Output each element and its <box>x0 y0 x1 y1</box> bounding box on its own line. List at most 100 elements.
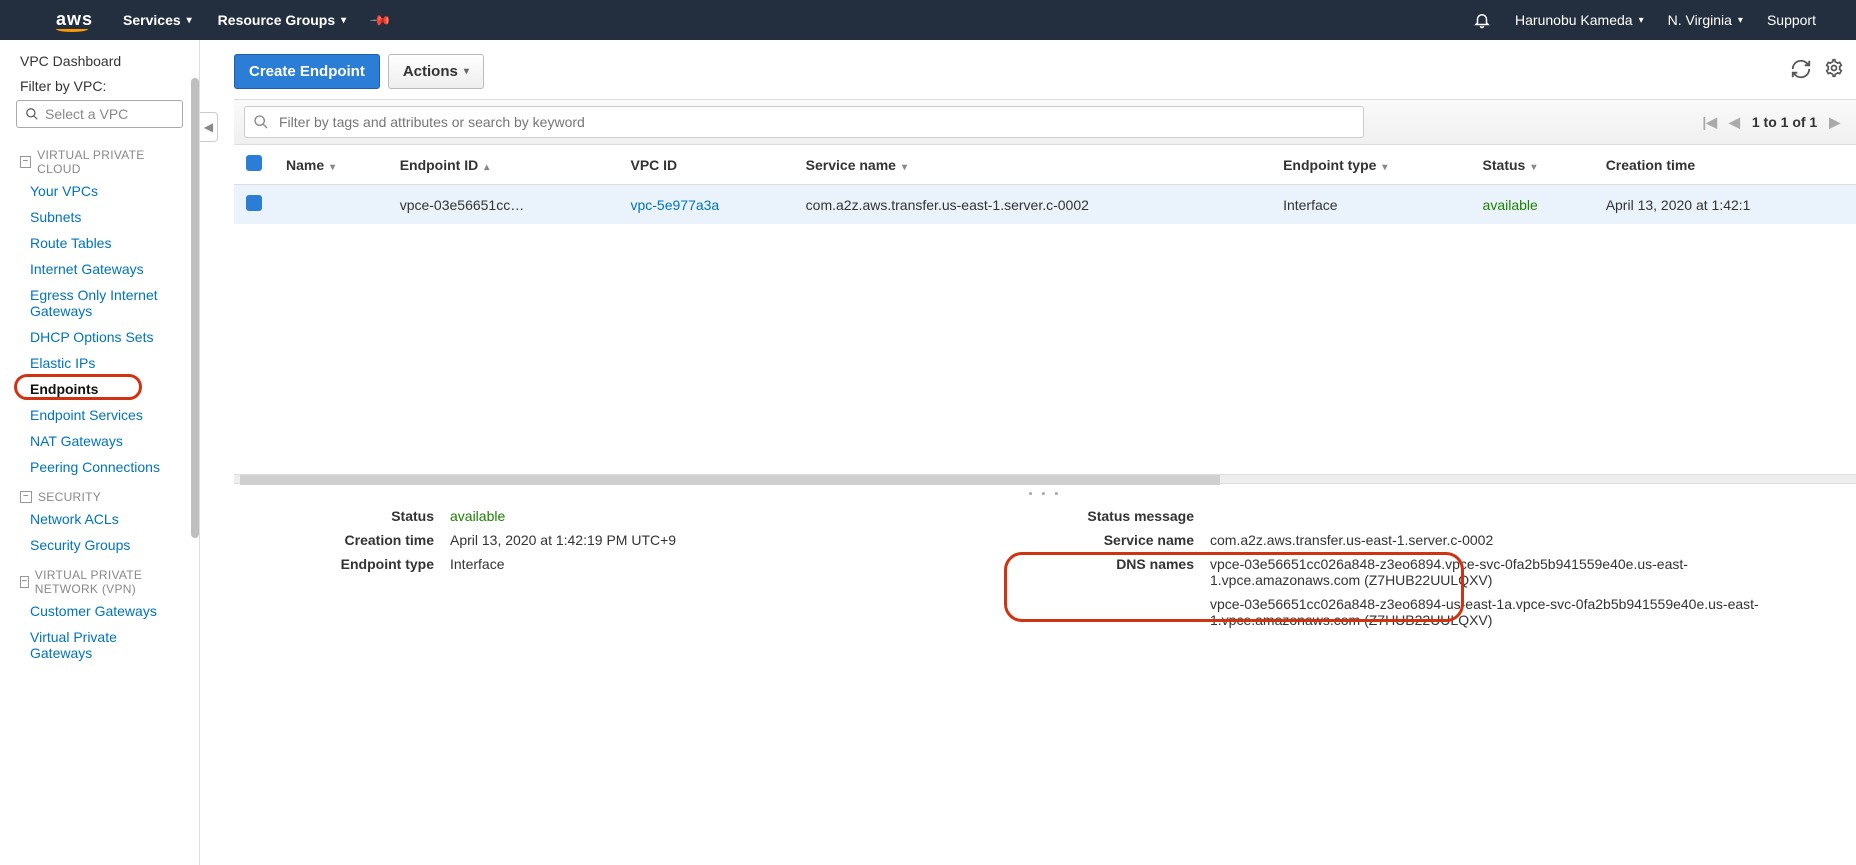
pager-next[interactable]: ▶ <box>1823 114 1846 131</box>
detail-type-value: Interface <box>450 556 874 572</box>
sidebar-item-security-groups[interactable]: Security Groups <box>0 532 199 558</box>
col-status-label: Status <box>1483 157 1526 173</box>
sidebar-item-endpoint-services[interactable]: Endpoint Services <box>0 402 199 428</box>
nav-support[interactable]: Support <box>1767 12 1816 28</box>
sidebar-vpc-placeholder: Select a VPC <box>45 106 128 122</box>
cell-name <box>274 185 388 225</box>
col-endpoint-id-label: Endpoint ID <box>400 157 479 173</box>
caret-down-icon: ▾ <box>464 66 469 77</box>
sidebar-item-internet-gateways[interactable]: Internet Gateways <box>0 256 199 282</box>
sidebar-collapse-handle[interactable]: ◀ <box>200 112 218 142</box>
collapse-icon: − <box>20 156 31 168</box>
sidebar-dashboard[interactable]: VPC Dashboard <box>0 48 199 74</box>
sort-icon: ▾ <box>1531 162 1536 173</box>
sidebar-item-route-tables[interactable]: Route Tables <box>0 230 199 256</box>
collapse-icon: − <box>20 491 32 503</box>
sidebar-item-nat-gateways[interactable]: NAT Gateways <box>0 428 199 454</box>
settings-button[interactable] <box>1824 58 1844 78</box>
nav-user-label: Harunobu Kameda <box>1515 12 1633 28</box>
toolbar: Create Endpoint Actions ▾ <box>234 54 1856 89</box>
cell-endpoint-type: Interface <box>1271 185 1470 225</box>
sidebar-item-your-vpcs[interactable]: Your VPCs <box>0 178 199 204</box>
row-checkbox[interactable] <box>246 195 262 211</box>
sidebar-item-peering[interactable]: Peering Connections <box>0 454 199 480</box>
refresh-icon <box>1790 58 1812 80</box>
sidebar-section-security[interactable]: −SECURITY <box>0 480 199 506</box>
sidebar-section-vpc[interactable]: −VIRTUAL PRIVATE CLOUD <box>0 138 199 178</box>
detail-status-msg-label: Status message <box>1014 508 1194 524</box>
filter-bar: |◀ ◀ 1 to 1 of 1 ▶ <box>234 99 1856 145</box>
col-endpoint-type-label: Endpoint type <box>1283 157 1376 173</box>
gear-icon <box>1824 58 1844 78</box>
detail-type-label: Endpoint type <box>254 556 434 572</box>
search-box[interactable] <box>244 106 1364 138</box>
col-name-label: Name <box>286 157 324 173</box>
caret-down-icon: ▾ <box>341 15 346 26</box>
sidebar-item-dhcp[interactable]: DHCP Options Sets <box>0 324 199 350</box>
col-creation-time-label: Creation time <box>1606 157 1695 173</box>
table-row[interactable]: vpce-03e56651cc… vpc-5e977a3a com.a2z.aw… <box>234 185 1856 225</box>
sidebar-section-vpn[interactable]: −VIRTUAL PRIVATE NETWORK (VPN) <box>0 558 199 598</box>
detail-status-msg-value <box>1210 508 1836 524</box>
details-panel: Status available Creation time April 13,… <box>234 504 1856 648</box>
scrollbar-thumb[interactable] <box>240 475 1220 485</box>
sidebar-item-virtual-private-gateways[interactable]: Virtual Private Gateways <box>0 624 199 666</box>
col-vpc-id[interactable]: VPC ID <box>618 145 793 185</box>
top-nav: aws Services▾ Resource Groups▾ 📌 Harunob… <box>0 0 1856 40</box>
pager-first[interactable]: |◀ <box>1696 114 1723 131</box>
cell-endpoint-id: vpce-03e56651cc… <box>388 185 619 225</box>
detail-dns-value-1: vpce-03e56651cc026a848-z3eo6894.vpce-svc… <box>1210 556 1836 588</box>
actions-button-label: Actions <box>403 63 458 80</box>
aws-logo-text: aws <box>56 9 93 29</box>
sidebar-section-security-label: SECURITY <box>38 490 101 504</box>
nav-region[interactable]: N. Virginia ▾ <box>1668 12 1743 28</box>
nav-user[interactable]: Harunobu Kameda ▾ <box>1515 12 1644 28</box>
nav-region-label: N. Virginia <box>1668 12 1732 28</box>
detail-dns-value-2: vpce-03e56651cc026a848-z3eo6894-us-east-… <box>1210 596 1836 628</box>
cell-vpc-id-link[interactable]: vpc-5e977a3a <box>630 197 719 213</box>
pager-prev[interactable]: ◀ <box>1723 114 1746 131</box>
select-all-checkbox[interactable] <box>246 155 262 171</box>
nav-services[interactable]: Services▾ <box>123 12 192 28</box>
caret-down-icon: ▾ <box>1738 15 1743 26</box>
sidebar-item-network-acls[interactable]: Network ACLs <box>0 506 199 532</box>
detail-creation-value: April 13, 2020 at 1:42:19 PM UTC+9 <box>450 532 874 548</box>
nav-resource-groups[interactable]: Resource Groups▾ <box>218 12 347 28</box>
sidebar-item-customer-gateways[interactable]: Customer Gateways <box>0 598 199 624</box>
sort-icon: ▾ <box>902 162 907 173</box>
sidebar-item-subnets[interactable]: Subnets <box>0 204 199 230</box>
col-service-name[interactable]: Service name ▾ <box>794 145 1271 185</box>
sidebar-item-endpoints[interactable]: Endpoints <box>0 376 199 402</box>
aws-logo[interactable]: aws <box>56 9 93 32</box>
actions-button[interactable]: Actions ▾ <box>388 54 484 89</box>
sort-icon: ▾ <box>330 162 335 173</box>
col-endpoint-id[interactable]: Endpoint ID▴ <box>388 145 619 185</box>
create-endpoint-button[interactable]: Create Endpoint <box>234 54 380 89</box>
sort-icon: ▾ <box>1382 162 1387 173</box>
col-status[interactable]: Status ▾ <box>1471 145 1594 185</box>
notifications-icon[interactable] <box>1473 11 1491 29</box>
col-name[interactable]: Name ▾ <box>274 145 388 185</box>
caret-down-icon: ▾ <box>187 15 192 26</box>
collapse-icon: − <box>20 576 29 588</box>
sidebar-item-endpoints-label: Endpoints <box>30 381 98 397</box>
sidebar-scrollbar[interactable] <box>191 78 199 538</box>
search-input[interactable] <box>277 113 1355 131</box>
pin-icon: 📌 <box>369 8 393 32</box>
panel-resize-grip[interactable]: ▪ ▪ ▪ <box>234 484 1856 504</box>
main-panel: Create Endpoint Actions ▾ |◀ ◀ 1 to 1 of … <box>200 40 1856 865</box>
sidebar-item-elastic-ips[interactable]: Elastic IPs <box>0 350 199 376</box>
detail-status-label: Status <box>254 508 434 524</box>
horizontal-scrollbar[interactable] <box>234 474 1856 484</box>
nav-pin[interactable]: 📌 <box>372 12 389 29</box>
col-service-name-label: Service name <box>806 157 896 173</box>
sidebar-vpc-select[interactable]: Select a VPC <box>16 100 183 128</box>
pager-range: 1 to 1 of 1 <box>1746 114 1823 130</box>
caret-down-icon: ▾ <box>1639 15 1644 26</box>
detail-creation-label: Creation time <box>254 532 434 548</box>
col-creation-time[interactable]: Creation time <box>1594 145 1856 185</box>
refresh-button[interactable] <box>1790 58 1812 80</box>
col-endpoint-type[interactable]: Endpoint type ▾ <box>1271 145 1470 185</box>
sidebar-item-egress-only[interactable]: Egress Only Internet Gateways <box>0 282 199 324</box>
search-icon <box>253 114 269 130</box>
